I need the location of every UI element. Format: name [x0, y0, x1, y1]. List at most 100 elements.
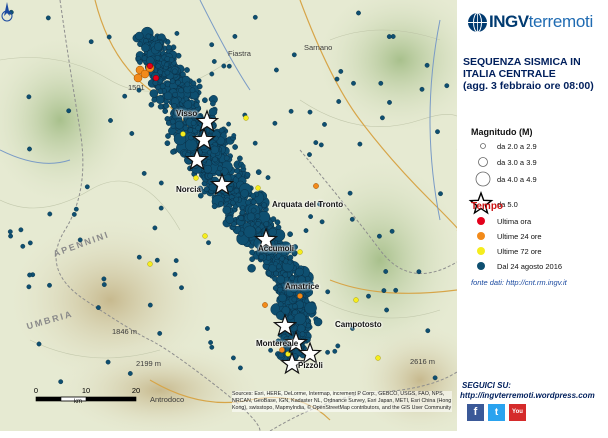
quake-dot[interactable] [270, 216, 277, 222]
quake-dot[interactable] [189, 87, 196, 94]
quake-dot[interactable] [105, 359, 111, 365]
quake-dot[interactable] [268, 227, 277, 237]
quake-dot[interactable] [334, 76, 340, 82]
quake-dot[interactable] [303, 228, 309, 234]
quake-dot[interactable] [18, 227, 24, 233]
quake-dot-24h[interactable] [262, 302, 268, 308]
ingv-logo[interactable]: INGV terremoti [467, 11, 593, 33]
quake-dot[interactable] [141, 170, 147, 176]
quake-dot[interactable] [419, 86, 425, 92]
quake-dot[interactable] [240, 189, 249, 198]
quake-dot[interactable] [237, 155, 243, 162]
quake-dot[interactable] [101, 276, 107, 282]
quake-dot[interactable] [237, 365, 243, 371]
quake-dot[interactable] [226, 121, 232, 127]
quake-dot[interactable] [88, 39, 94, 45]
quake-dot[interactable] [258, 254, 265, 260]
quake-dot[interactable] [381, 288, 387, 293]
quake-dot[interactable] [148, 101, 155, 108]
quake-dot[interactable] [169, 118, 176, 125]
quake-dot[interactable] [307, 109, 313, 115]
quake-dot[interactable] [209, 71, 215, 77]
data-source-link[interactable]: fonte dati: http://cnt.rm.ingv.it [471, 278, 567, 287]
quake-dot[interactable] [424, 62, 430, 68]
quake-dot[interactable] [193, 102, 200, 108]
quake-dot[interactable] [203, 164, 213, 174]
quake-dot[interactable] [206, 240, 211, 246]
quake-dot[interactable] [178, 87, 184, 94]
quake-dot[interactable] [73, 206, 79, 212]
quake-dot[interactable] [154, 257, 160, 263]
quake-dot[interactable] [165, 133, 171, 139]
quake-dot-72h[interactable] [255, 185, 261, 191]
quake-dot[interactable] [295, 267, 304, 277]
quake-dot[interactable] [243, 225, 257, 239]
quake-dot[interactable] [218, 201, 224, 207]
quake-dot[interactable] [232, 34, 238, 39]
quake-dot[interactable] [379, 115, 385, 121]
quake-dot[interactable] [296, 324, 306, 333]
quake-dot[interactable] [84, 184, 90, 190]
quake-dot[interactable] [287, 259, 293, 265]
quake-dot[interactable] [20, 243, 26, 249]
quake-dot[interactable] [27, 240, 33, 246]
quake-dot[interactable] [332, 348, 338, 354]
quake-dot[interactable] [356, 10, 361, 16]
quake-dot[interactable] [27, 146, 32, 152]
quake-dot[interactable] [173, 258, 179, 263]
quake-dot[interactable] [129, 131, 135, 136]
quake-dot[interactable] [212, 156, 218, 163]
quake-dot[interactable] [376, 233, 382, 239]
quake-dot-24h[interactable] [133, 73, 143, 83]
quake-dot[interactable] [45, 15, 51, 21]
quake-dot[interactable] [135, 31, 144, 41]
facebook-icon[interactable]: f [467, 404, 484, 421]
quake-dot[interactable] [157, 103, 164, 110]
quake-dot[interactable] [338, 69, 344, 74]
quake-dot[interactable] [135, 55, 141, 61]
quake-dot[interactable] [184, 138, 198, 152]
quake-dot[interactable] [232, 144, 238, 150]
quake-dot[interactable] [174, 31, 180, 36]
quake-dot[interactable] [250, 193, 256, 199]
quake-dot[interactable] [299, 331, 306, 338]
quake-dot[interactable] [165, 44, 172, 51]
quake-dot[interactable] [246, 212, 256, 222]
seismic-map[interactable]: Fiastra Sarnano 1501 1846 m 2199 m Antro… [0, 0, 457, 431]
quake-dot-72h[interactable] [297, 249, 303, 255]
quake-dot[interactable] [77, 237, 83, 243]
quake-dot-last-hour[interactable] [146, 62, 154, 70]
quake-dot[interactable] [247, 264, 256, 273]
quake-dot[interactable] [287, 314, 294, 321]
quake-dot[interactable] [172, 271, 178, 277]
quake-dot[interactable] [265, 175, 271, 181]
quake-dot[interactable] [222, 205, 231, 215]
quake-dot[interactable] [183, 100, 193, 109]
quake-dot[interactable] [240, 205, 246, 211]
quake-dot[interactable] [313, 140, 319, 146]
quake-dot[interactable] [432, 375, 438, 381]
quake-dot[interactable] [389, 228, 395, 234]
quake-dot[interactable] [254, 213, 261, 220]
quake-dot[interactable] [444, 83, 450, 89]
quake-dot[interactable] [255, 169, 262, 175]
quake-dot[interactable] [223, 155, 230, 162]
quake-dot-72h[interactable] [180, 131, 186, 137]
quake-dot[interactable] [240, 163, 246, 169]
quake-dot-72h[interactable] [147, 261, 153, 267]
quake-dot[interactable] [386, 34, 392, 39]
quake-dot[interactable] [145, 33, 152, 40]
quake-dot-24h[interactable] [279, 347, 285, 353]
quake-dot[interactable] [175, 120, 184, 130]
quake-dot[interactable] [276, 311, 285, 320]
quake-dot[interactable] [261, 202, 268, 209]
quake-dot[interactable] [204, 326, 210, 331]
quake-dot[interactable] [157, 330, 163, 336]
quake-dot-72h[interactable] [375, 355, 381, 361]
quake-dot[interactable] [155, 95, 165, 104]
quake-dot[interactable] [366, 293, 371, 299]
quake-dot[interactable] [347, 190, 353, 196]
quake-dot[interactable] [149, 89, 159, 98]
quake-dot[interactable] [183, 96, 189, 102]
quake-dot[interactable] [169, 78, 176, 85]
